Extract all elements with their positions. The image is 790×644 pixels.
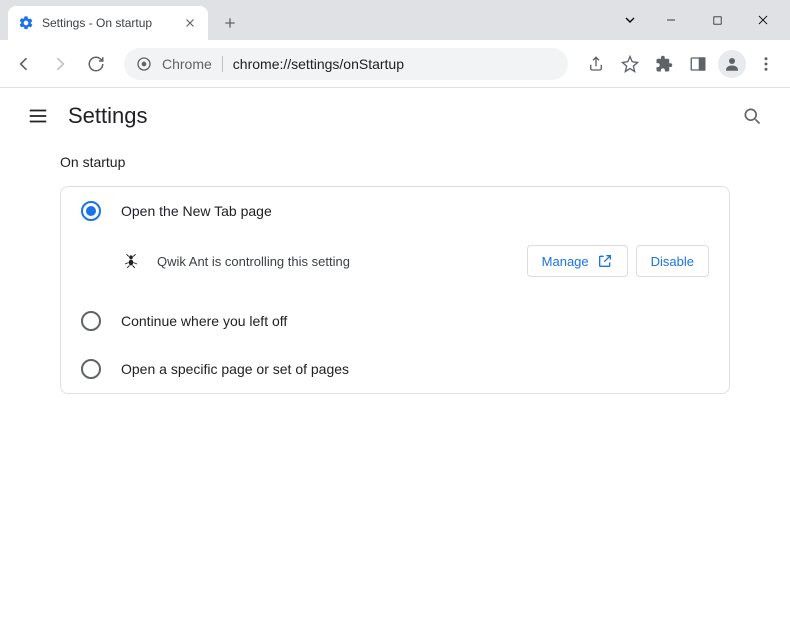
new-tab-button[interactable] xyxy=(216,9,244,37)
close-window-button[interactable] xyxy=(740,4,786,36)
radio-selected-icon[interactable] xyxy=(81,201,101,221)
forward-button[interactable] xyxy=(44,48,76,80)
close-tab-icon[interactable] xyxy=(182,15,198,31)
back-button[interactable] xyxy=(8,48,40,80)
disable-button[interactable]: Disable xyxy=(636,245,709,277)
disable-label: Disable xyxy=(651,254,694,269)
settings-header: Settings xyxy=(0,88,790,144)
on-startup-card: Open the New Tab page Qwik Ant is contro… xyxy=(60,186,730,394)
omnibox-divider xyxy=(222,56,223,72)
page-title: Settings xyxy=(68,103,148,129)
extension-ant-icon xyxy=(121,251,141,271)
omnibox-url: chrome://settings/onStartup xyxy=(233,56,404,72)
extensions-button[interactable] xyxy=(648,48,680,80)
title-bar: Settings - On startup xyxy=(0,0,790,40)
maximize-button[interactable] xyxy=(694,4,740,36)
option-label: Open a specific page or set of pages xyxy=(121,361,349,377)
search-settings-button[interactable] xyxy=(734,98,770,134)
manage-button[interactable]: Manage xyxy=(527,245,628,277)
menu-button[interactable] xyxy=(750,48,782,80)
manage-label: Manage xyxy=(542,254,589,269)
minimize-button[interactable] xyxy=(648,4,694,36)
extension-notice: Qwik Ant is controlling this setting Man… xyxy=(61,235,729,297)
omnibox-prefix: Chrome xyxy=(162,56,212,72)
share-button[interactable] xyxy=(580,48,612,80)
address-bar[interactable]: Chrome chrome://settings/onStartup xyxy=(124,48,568,80)
option-new-tab[interactable]: Open the New Tab page xyxy=(61,187,729,235)
open-external-icon xyxy=(597,253,613,269)
gear-icon xyxy=(18,15,34,31)
radio-icon[interactable] xyxy=(81,359,101,379)
reload-button[interactable] xyxy=(80,48,112,80)
profile-button[interactable] xyxy=(716,48,748,80)
hamburger-menu-button[interactable] xyxy=(20,98,56,134)
browser-toolbar: Chrome chrome://settings/onStartup xyxy=(0,40,790,88)
tab-title: Settings - On startup xyxy=(42,16,182,30)
radio-icon[interactable] xyxy=(81,311,101,331)
option-continue[interactable]: Continue where you left off xyxy=(61,297,729,345)
side-panel-button[interactable] xyxy=(682,48,714,80)
chrome-icon xyxy=(136,56,152,72)
bookmark-button[interactable] xyxy=(614,48,646,80)
window-controls xyxy=(612,0,790,40)
settings-content: On startup Open the New Tab page Qwik An… xyxy=(0,144,790,404)
section-title: On startup xyxy=(60,154,730,170)
option-label: Open the New Tab page xyxy=(121,203,272,219)
option-label: Continue where you left off xyxy=(121,313,287,329)
extension-notice-text: Qwik Ant is controlling this setting xyxy=(157,254,519,269)
tab-search-button[interactable] xyxy=(612,4,648,36)
option-specific[interactable]: Open a specific page or set of pages xyxy=(61,345,729,393)
browser-tab[interactable]: Settings - On startup xyxy=(8,6,208,40)
